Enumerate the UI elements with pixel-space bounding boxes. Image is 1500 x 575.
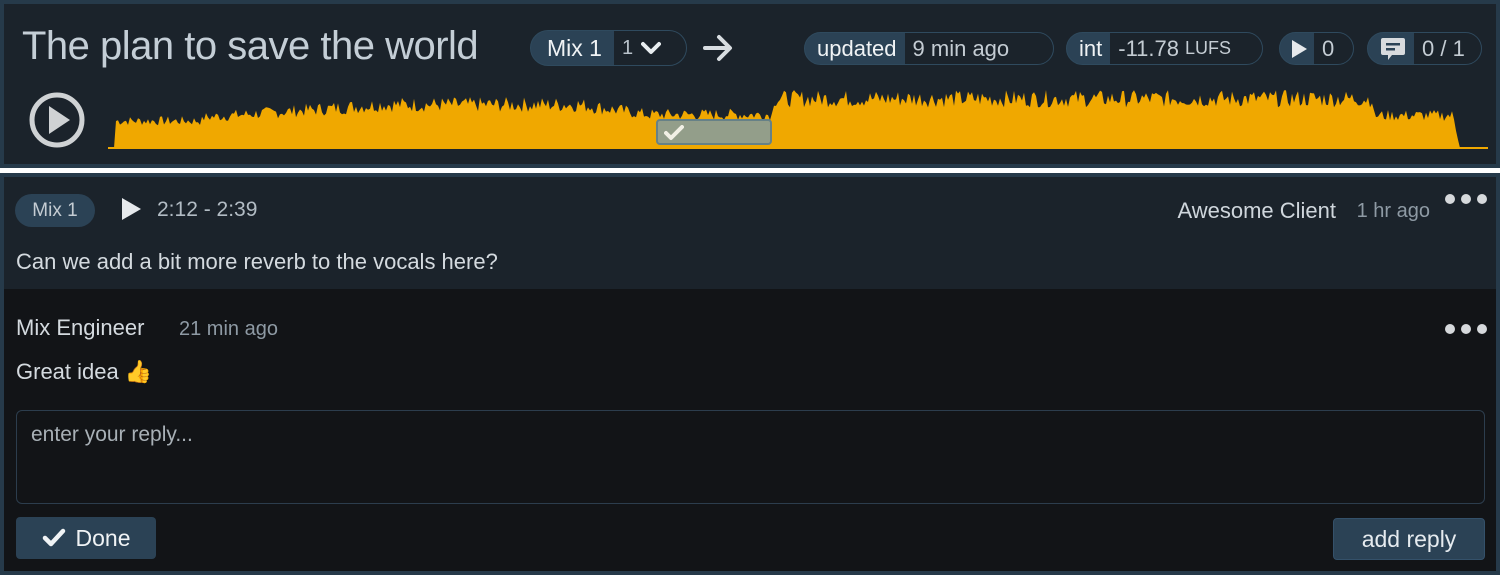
- add-reply-button[interactable]: add reply: [1333, 518, 1485, 560]
- comment-icon-wrap: [1368, 33, 1414, 64]
- comments-badge[interactable]: 0 / 1: [1367, 32, 1482, 65]
- plays-badge: 0: [1279, 32, 1354, 65]
- track-title: The plan to save the world: [22, 24, 479, 68]
- reply-input[interactable]: [16, 410, 1485, 504]
- arrow-right-icon[interactable]: [701, 31, 735, 65]
- chevron-down-icon: [641, 42, 662, 54]
- loudness-badge: int -11.78 LUFS: [1066, 32, 1263, 65]
- reply-text: Great idea: [16, 359, 119, 384]
- comment-icon: [1381, 37, 1405, 60]
- waveform-shape: [108, 90, 1488, 148]
- version-number: 1: [621, 37, 634, 59]
- comment-region-marker[interactable]: [656, 119, 772, 145]
- play-count-icon-wrap: [1280, 33, 1314, 64]
- thumbs-up-icon: 👍: [124, 359, 153, 384]
- done-button[interactable]: Done: [16, 517, 156, 559]
- check-icon: [664, 125, 684, 140]
- mix-name: Mix 1: [547, 35, 602, 61]
- loudness-value: -11.78: [1118, 36, 1179, 61]
- comment-author: Awesome Client: [1177, 198, 1336, 223]
- comments-count: 0 / 1: [1414, 33, 1481, 64]
- play-icon: [1292, 39, 1307, 58]
- waveform[interactable]: [108, 90, 1488, 150]
- loudness-label: int: [1079, 36, 1103, 61]
- track-header: The plan to save the world Mix 1 1 updat…: [4, 4, 1496, 164]
- play-button[interactable]: [29, 92, 85, 148]
- mix-version-selector[interactable]: Mix 1 1: [530, 30, 687, 66]
- updated-badge: updated 9 min ago: [804, 32, 1054, 65]
- check-icon: [42, 528, 65, 547]
- reply-timestamp: 21 min ago: [179, 318, 278, 340]
- reply-more-options-icon[interactable]: [1445, 324, 1487, 334]
- updated-label: updated: [817, 36, 897, 61]
- updated-value: 9 min ago: [904, 33, 1053, 64]
- loudness-value-wrap: -11.78 LUFS: [1110, 33, 1262, 64]
- loudness-unit: LUFS: [1185, 38, 1232, 58]
- more-options-icon[interactable]: [1445, 194, 1487, 204]
- comment-timestamp: 1 hr ago: [1356, 200, 1430, 222]
- comment-text: Can we add a bit more reverb to the voca…: [16, 249, 498, 274]
- plays-count: 0: [1314, 33, 1353, 64]
- done-label: Done: [75, 524, 131, 551]
- reply-author: Mix Engineer: [16, 315, 145, 340]
- version-dropdown[interactable]: 1: [613, 31, 686, 65]
- reply-thread: Mix Engineer 21 min ago Great idea 👍 Don…: [4, 289, 1496, 571]
- play-region-icon[interactable]: [120, 197, 142, 221]
- divider: [0, 168, 1500, 173]
- time-range[interactable]: 2:12 - 2:39: [157, 198, 257, 222]
- comment: Mix 1 2:12 - 2:39 Awesome Client 1 hr ag…: [4, 177, 1496, 289]
- mix-tag: Mix 1: [15, 194, 95, 227]
- reply-text-wrap: Great idea 👍: [16, 359, 152, 385]
